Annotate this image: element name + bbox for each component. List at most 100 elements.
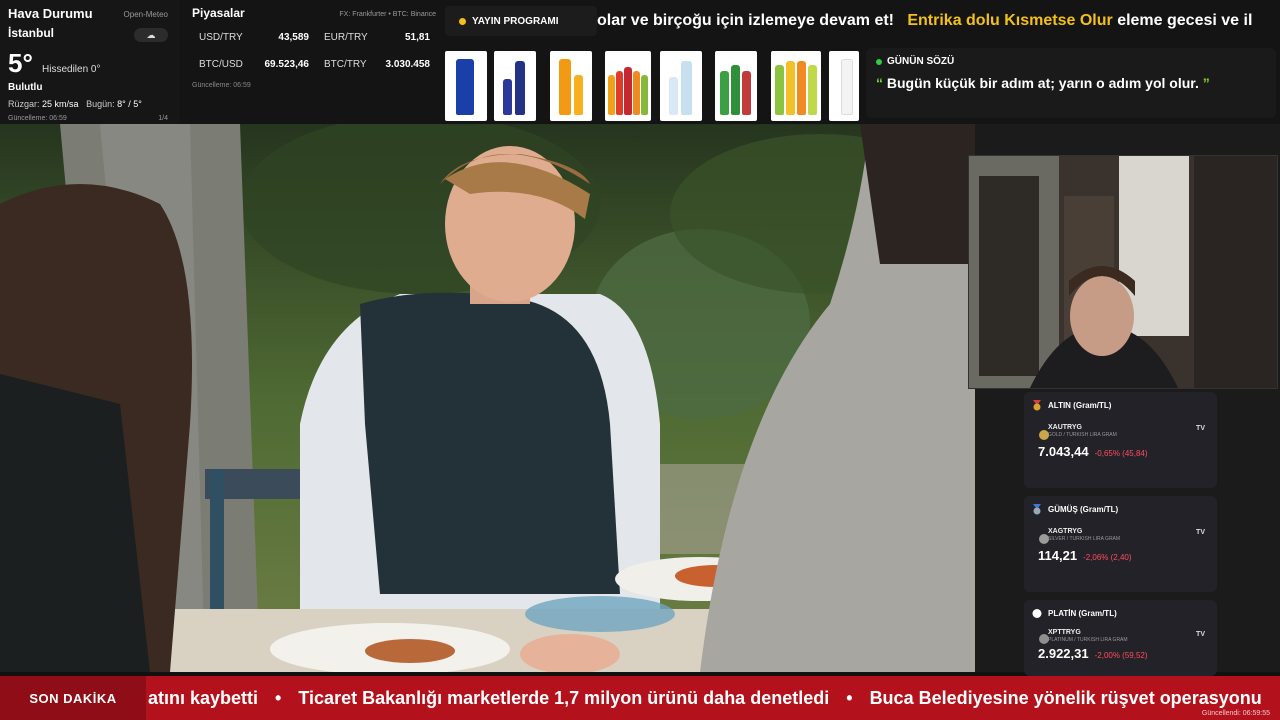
card-header: GÜMÜŞ (Gram/TL) [1032, 504, 1209, 515]
quote-open-mark: “ [876, 75, 883, 91]
platinum-coin-icon [1039, 634, 1049, 644]
sponsor-product-strip [443, 51, 861, 121]
wind-label: Rüzgar: [8, 99, 40, 109]
product-image [660, 51, 702, 121]
quote-close-mark: ” [1202, 75, 1210, 91]
market-label: USD/TRY [199, 32, 243, 43]
webcam-scene [969, 156, 1277, 388]
weather-source: Open-Meteo [123, 10, 168, 19]
yellow-dot-icon [459, 17, 466, 25]
news-item: Buca Belediyesine yönelik rüşvet operasy… [869, 688, 1262, 708]
card-subtitle: GOLD / TURKISH LIRA GRAM [1048, 432, 1117, 438]
top-news-ticker: olar ve birçoğu için izlemeye devam et! … [597, 6, 1280, 36]
card-symbol: XAGTRYG [1048, 528, 1083, 535]
market-label: BTC/USD [199, 59, 243, 70]
card-title: PLATİN (Gram/TL) [1048, 609, 1117, 618]
breaking-news-ticker: atını kaybetti • Ticaret Bakanlığı marke… [148, 676, 1280, 720]
weather-temperature: 5° [8, 48, 33, 78]
commodity-card-platinum[interactable]: PLATİN (Gram/TL) TV XPTTRYG PLATINUM / T… [1024, 600, 1217, 676]
wind-value: 25 km/sa [42, 99, 79, 109]
card-title: GÜMÜŞ (Gram/TL) [1048, 505, 1119, 514]
ticker-text: eleme gecesi ve il [1117, 12, 1253, 29]
card-change: -0,65% (45,84) [1094, 449, 1148, 458]
ticker-text: olar ve birçoğu için izlemeye devam et! [597, 12, 894, 29]
breaking-updated: Güncellendi: 06:59:55 [1201, 710, 1270, 717]
weather-widget: Hava Durumu Open-Meteo İstanbul ☁ 5° His… [0, 0, 180, 124]
product-image [445, 51, 487, 121]
weather-updated: Güncelleme: 06:59 [8, 115, 67, 122]
card-price-row: 114,21 -2,06% (2,40) [1038, 548, 1209, 563]
product-image [829, 51, 859, 121]
quote-of-the-day: GÜNÜN SÖZÜ “ Bugün küçük bir adım at; ya… [866, 48, 1276, 118]
news-separator: • [846, 688, 853, 708]
card-subtitle: SILVER / TURKISH LIRA GRAM [1048, 536, 1121, 542]
markets-source: FX: Frankfurter • BTC: Binance [339, 11, 436, 18]
schedule-button[interactable]: YAYIN PROGRAMI [445, 6, 597, 36]
card-price-row: 7.043,44 -0,65% (45,84) [1038, 444, 1209, 459]
market-row-eurtry: EUR/TRY 51,81 [324, 32, 430, 43]
market-row-usdtry: USD/TRY 43,589 [199, 32, 309, 43]
news-item: Ticaret Bakanlığı marketlerde 1,7 milyon… [298, 688, 830, 708]
card-symbol: XAUTRYG [1048, 424, 1082, 431]
market-value: 69.523,46 [264, 59, 310, 70]
news-separator: • [275, 688, 282, 708]
card-price-row: 2.922,31 -2,00% (59,52) [1038, 646, 1209, 661]
card-header: PLATİN (Gram/TL) [1032, 608, 1209, 619]
commodity-card-gold[interactable]: ALTIN (Gram/TL) TV XAUTRYG GOLD / TURKIS… [1024, 392, 1217, 488]
breaking-news-bar: SON DAKİKA atını kaybetti • Ticaret Baka… [0, 676, 1280, 720]
video-player[interactable] [0, 124, 975, 672]
market-value: 43,589 [278, 32, 309, 43]
tradingview-icon: TV [1196, 425, 1205, 432]
market-label: BTC/TRY [324, 59, 367, 70]
card-change: -2,06% (2,40) [1083, 553, 1132, 562]
news-item: atını kaybetti [148, 688, 259, 708]
card-header: ALTIN (Gram/TL) [1032, 400, 1209, 411]
product-image [605, 51, 651, 121]
product-image [715, 51, 757, 121]
quote-text: Bugün küçük bir adım at; yarın o adım yo… [886, 75, 1199, 91]
broadcast-overlay: Hava Durumu Open-Meteo İstanbul ☁ 5° His… [0, 0, 1280, 720]
product-image [494, 51, 536, 121]
gold-coin-icon [1039, 430, 1049, 440]
card-price: 7.043,44 [1038, 444, 1089, 459]
market-value: 51,81 [404, 32, 430, 43]
product-image [550, 51, 592, 121]
silver-coin-icon [1039, 534, 1049, 544]
market-row-btctry: BTC/TRY 3.030.458 [324, 59, 430, 70]
weather-condition: Bulutlu [8, 82, 43, 93]
markets-updated: Güncelleme: 06:59 [192, 82, 251, 89]
card-title: ALTIN (Gram/TL) [1048, 401, 1112, 410]
card-price: 2.922,31 [1038, 646, 1089, 661]
weather-page-indicator: 1/4 [158, 115, 168, 122]
markets-widget: Piyasalar FX: Frankfurter • BTC: Binance… [184, 0, 442, 124]
medal-icon [1033, 400, 1041, 411]
market-row-btcusd: BTC/USD 69.523,46 [199, 59, 309, 70]
green-dot-icon [876, 58, 882, 65]
tradingview-icon: TV [1196, 529, 1205, 536]
card-price: 114,21 [1038, 548, 1078, 563]
weather-wind-row: Rüzgar: 25 km/sa Bugün: 8° / 5° [8, 99, 142, 109]
video-frame-scene [0, 124, 975, 672]
medal-icon [1032, 609, 1042, 618]
today-label: Bugün: [86, 99, 115, 109]
quote-header: GÜNÜN SÖZÜ [876, 56, 1266, 67]
quote-header-label: GÜNÜN SÖZÜ [887, 56, 955, 67]
product-image [771, 51, 821, 121]
card-subtitle: PLATINUM / TURKISH LIRA GRAM [1048, 637, 1128, 643]
today-value: 8° / 5° [117, 99, 142, 109]
card-change: -2,00% (59,52) [1094, 651, 1148, 660]
schedule-label: YAYIN PROGRAMI [472, 15, 559, 27]
cloud-icon: ☁ [134, 28, 168, 42]
weather-feels-like: Hissedilen 0° [42, 64, 101, 75]
top-bar: Hava Durumu Open-Meteo İstanbul ☁ 5° His… [0, 0, 1280, 124]
breaking-news-label: SON DAKİKA [0, 676, 146, 720]
medal-icon [1033, 504, 1041, 515]
commodity-card-silver[interactable]: GÜMÜŞ (Gram/TL) TV XAGTRYG SILVER / TURK… [1024, 496, 1217, 592]
tradingview-icon: TV [1196, 631, 1205, 638]
market-label: EUR/TRY [324, 32, 368, 43]
quote-text-row: “ Bugün küçük bir adım at; yarın o adım … [876, 75, 1266, 91]
card-symbol: XPTTRYG [1048, 629, 1081, 636]
webcam-feed [968, 155, 1278, 389]
ticker-highlight: Entrika dolu Kısmetse Olur [907, 12, 1113, 29]
market-value: 3.030.458 [385, 59, 431, 70]
